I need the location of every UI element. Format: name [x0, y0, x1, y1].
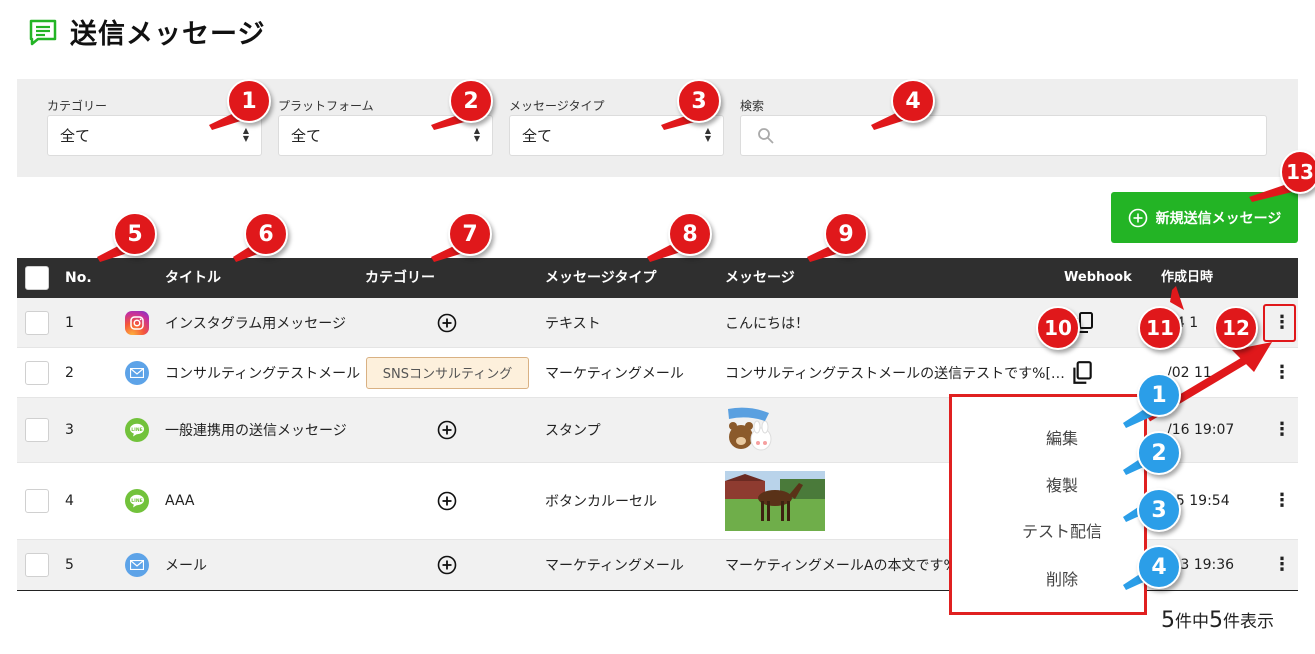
- annotation-badge: 1: [1137, 373, 1181, 417]
- annotation-badge: 7: [448, 212, 492, 256]
- annotation-badge: 1: [227, 79, 271, 123]
- annotation-pointers: [97, 112, 1304, 590]
- annotation-badge: 9: [824, 212, 868, 256]
- annotation-badge: 6: [244, 212, 288, 256]
- annotation-badge: 3: [1137, 488, 1181, 532]
- annotation-badge: 12: [1214, 306, 1258, 350]
- annotation-badge: 4: [891, 79, 935, 123]
- annotation-badge: 8: [668, 212, 712, 256]
- annotation-badge: 4: [1137, 545, 1181, 589]
- annotation-badge: 3: [677, 79, 721, 123]
- annotation-badge: 10: [1036, 306, 1080, 350]
- annotation-badge: 13: [1280, 150, 1315, 194]
- annotation-badge: 5: [113, 212, 157, 256]
- annotation-badge: 11: [1138, 306, 1182, 350]
- annotation-badge: 2: [449, 79, 493, 123]
- annotation-badge: 2: [1137, 431, 1181, 475]
